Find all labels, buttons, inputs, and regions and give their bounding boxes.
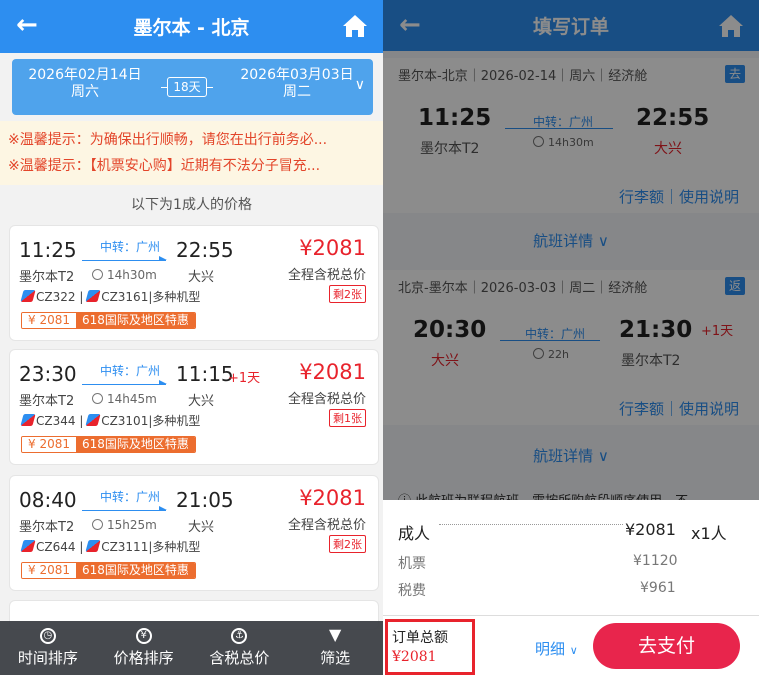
transfer-city: 中转：广州 — [99, 240, 160, 254]
clock-icon — [92, 269, 103, 280]
total-label: 订单总额 — [392, 630, 448, 646]
ticket-price: ¥1120 — [633, 553, 678, 569]
header-bar: ← 墨尔本 - 北京 — [0, 0, 383, 53]
total-price-label: 全程含税总价 — [287, 392, 366, 407]
seats-remaining: 剩1张 — [329, 409, 366, 427]
airline-logo-icon — [20, 290, 36, 302]
plus-day: +1天 — [228, 371, 261, 386]
transfer-city: 中转：广州 — [99, 364, 160, 378]
sort-by-price[interactable]: ¥ 价格排序 — [96, 621, 192, 675]
filter-button[interactable]: ▼ 筛选 — [287, 621, 383, 675]
arr-time: 21:05 — [176, 488, 234, 512]
sort-by-price-label: 价格排序 — [113, 649, 174, 667]
tax-inclusive-toggle[interactable]: ⚓ 含税总价 — [192, 621, 288, 675]
seats-remaining: 剩2张 — [329, 285, 366, 303]
yen-icon: ¥ — [135, 628, 152, 644]
clock-icon — [92, 393, 103, 404]
tax-price: ¥961 — [640, 580, 676, 596]
sort-by-time-label: 时间排序 — [17, 649, 78, 667]
dep-airport: 墨尔本T2 — [19, 270, 75, 285]
chevron-down-icon: ∨ — [569, 644, 578, 657]
back-arrow-icon[interactable]: ← — [16, 10, 38, 40]
total-amount: ¥2081 — [392, 649, 437, 665]
arr-airport: 大兴 — [188, 394, 215, 409]
return-date: 2026年03月03日 周二 — [240, 67, 354, 100]
adult-label: 成人 — [398, 524, 431, 543]
transfer-city: 中转：广州 — [99, 490, 160, 504]
flight-numbers: CZ644 | CZ3111|多种机型 — [20, 538, 200, 555]
clock-icon: ◷ — [39, 628, 56, 644]
dep-time: 23:30 — [19, 362, 77, 386]
route-title: 墨尔本 - 北京 — [133, 17, 250, 39]
total-price-label: 全程含税总价 — [287, 268, 366, 283]
bottom-sort-bar: ◷ 时间排序 ¥ 价格排序 ⚓ 含税总价 ▼ 筛选 — [0, 621, 383, 675]
pay-button[interactable]: 去支付 — [593, 623, 740, 669]
flight-card[interactable]: 08:40 中转：广州 21:05 墨尔本T2 15h25m 大兴 ¥2081 全程含税总价剩… — [9, 475, 379, 591]
promo-tag: ¥ 2081 618国际及地区特惠 — [21, 312, 196, 329]
total-price-label: 全程含税总价 — [287, 518, 366, 533]
route-arrow — [82, 380, 167, 385]
flight-price: ¥2081 — [299, 236, 366, 260]
dep-airport: 墨尔本T2 — [19, 520, 75, 535]
flight-list-panel: ← 墨尔本 - 北京 2026年02月14日 周六 18天 2026年03月03… — [0, 0, 383, 675]
flight-numbers: CZ322 | CZ3161|多种机型 — [20, 288, 200, 305]
tax-label: 税费 — [398, 583, 426, 599]
price-breakdown-sheet: 成人 ¥2081 x1人 机票 ¥1120 税费 ¥961 — [383, 500, 759, 615]
dep-time: 11:25 — [19, 238, 77, 262]
notice-line-1[interactable]: ※温馨提示：为确保出行顺畅，请您在出行前务必... — [8, 127, 375, 153]
airline-logo-icon — [85, 540, 101, 552]
dep-time: 08:40 — [19, 488, 77, 512]
clock-icon — [92, 519, 103, 530]
filter-icon: ▼ — [328, 625, 342, 644]
seats-remaining: 剩2张 — [329, 535, 366, 553]
detail-toggle[interactable]: 明细 ∨ — [535, 638, 578, 659]
adult-price: ¥2081 — [625, 520, 676, 539]
filter-label: 筛选 — [320, 649, 351, 667]
tax-inclusive-label: 含税总价 — [209, 649, 270, 667]
date-selector[interactable]: 2026年02月14日 周六 18天 2026年03月03日 周二 ∨ — [12, 59, 373, 115]
depart-date: 2026年02月14日 周六 — [28, 67, 142, 100]
airline-logo-icon — [85, 414, 101, 426]
promo-tag: ¥ 2081 618国际及地区特惠 — [21, 436, 196, 453]
arr-airport: 大兴 — [188, 520, 215, 535]
route-arrow — [82, 256, 167, 261]
arr-airport: 大兴 — [188, 270, 215, 285]
dotted-leader — [439, 524, 623, 525]
checkout-footer: 订单总额 ¥2081 明细 ∨ 去支付 — [383, 615, 759, 675]
dep-airport: 墨尔本T2 — [19, 394, 75, 409]
promo-tag: ¥ 2081 618国际及地区特惠 — [21, 562, 196, 579]
price-hint: 以下为1成人的价格 — [131, 197, 252, 213]
arr-time: 11:15 — [176, 362, 234, 386]
order-panel: ← 填写订单 墨尔本-北京｜2026-02-14｜周六｜经济舱 去 11:25 … — [383, 0, 759, 675]
airline-logo-icon — [85, 290, 101, 302]
flight-price: ¥2081 — [299, 360, 366, 384]
adult-quantity: x1人 — [691, 524, 727, 543]
duration: 14h45m — [92, 392, 157, 406]
airline-logo-icon — [20, 414, 36, 426]
sort-by-time[interactable]: ◷ 时间排序 — [0, 621, 96, 675]
chevron-down-icon[interactable]: ∨ — [355, 77, 365, 93]
route-arrow — [82, 506, 167, 511]
duration: 14h30m — [92, 268, 157, 282]
home-icon[interactable] — [341, 12, 369, 40]
flight-card[interactable]: 11:25 中转：广州 22:55 墨尔本T2 14h30m 大兴 ¥2081 全程含税总价剩… — [9, 225, 379, 341]
flight-price: ¥2081 — [299, 486, 366, 510]
anchor-icon: ⚓ — [231, 628, 248, 644]
nights-badge: 18天 — [161, 77, 213, 97]
arr-time: 22:55 — [176, 238, 234, 262]
flight-numbers: CZ344 | CZ3101|多种机型 — [20, 412, 200, 429]
notice-line-2[interactable]: ※温馨提示：【机票安心购】近期有不法分子冒充... — [8, 153, 375, 179]
airline-logo-icon — [20, 540, 36, 552]
notice-box[interactable]: ※温馨提示：为确保出行顺畅，请您在出行前务必... ※温馨提示：【机票安心购】近… — [0, 121, 383, 185]
flight-card[interactable]: 23:30 中转：广州 11:15 +1天墨尔本T2 14h45m 大兴 ¥2081 全程含税… — [9, 349, 379, 465]
duration: 15h25m — [92, 518, 157, 532]
ticket-label: 机票 — [398, 556, 426, 572]
